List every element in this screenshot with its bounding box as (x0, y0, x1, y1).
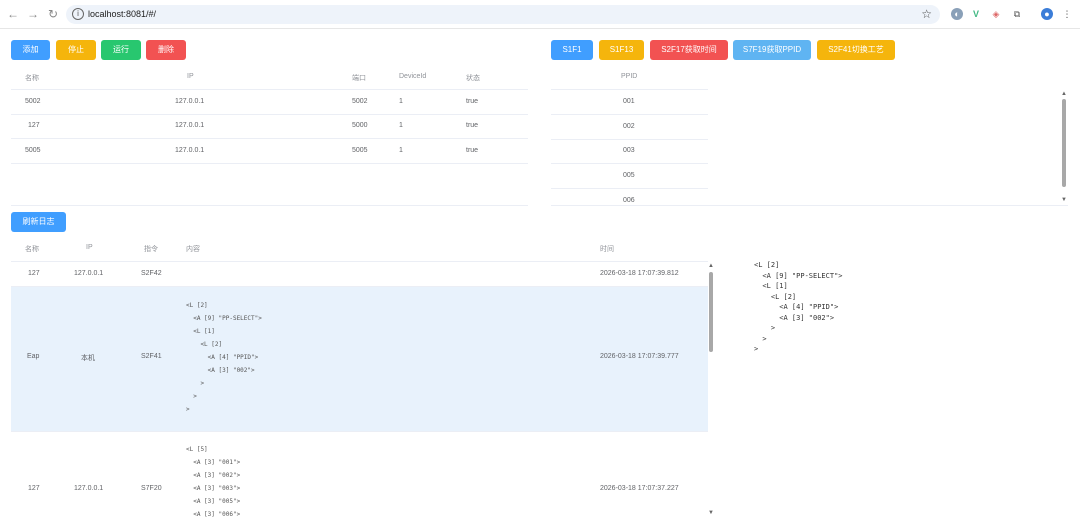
run-button[interactable]: 运行 (101, 40, 141, 60)
menu-more-icon[interactable]: ⋮ (1061, 8, 1073, 20)
divider (551, 188, 708, 189)
delete-button[interactable]: 删除 (146, 40, 186, 60)
log-scrollbar-thumb[interactable] (709, 272, 713, 352)
cell-status: true (466, 122, 479, 129)
divider (11, 163, 528, 164)
cell-name: 127 (28, 122, 40, 129)
scroll-down-icon[interactable]: ▼ (1061, 197, 1067, 203)
divider (11, 431, 708, 432)
ppid-item[interactable]: 003 (623, 147, 635, 154)
cell-deviceid: 1 (399, 122, 403, 129)
col-header-ppid: PPID (621, 73, 638, 80)
cell-ip: 127.0.0.1 (175, 147, 205, 154)
cell-name: 5005 (25, 147, 41, 154)
col-header-deviceid: DeviceId (399, 73, 427, 80)
cell-port: 5005 (352, 147, 368, 154)
bookmark-star-icon[interactable]: ☆ (921, 7, 932, 21)
col-header-port: 端口 (352, 75, 366, 82)
extension-icon[interactable]: ◈ (990, 8, 1002, 20)
scroll-down-icon[interactable]: ▼ (708, 510, 714, 516)
cell-ip: 127.0.0.1 (74, 270, 104, 277)
ppid-item[interactable]: 001 (623, 98, 635, 105)
cell-deviceid: 1 (399, 98, 403, 105)
refresh-log-button[interactable]: 刷新日志 (11, 212, 66, 232)
cell-time: 2026-03-18 17:07:37.227 (600, 485, 679, 492)
extensions-puzzle-icon[interactable]: ⧉ (1011, 8, 1023, 20)
stop-button[interactable]: 停止 (56, 40, 96, 60)
reload-icon[interactable]: ↻ (46, 7, 60, 21)
s2f41-button[interactable]: S2F41切换工艺 (817, 40, 895, 60)
address-bar[interactable]: i localhost:8081/#/ ☆ (66, 5, 940, 24)
cell-ip: 127.0.0.1 (175, 122, 205, 129)
cell-ip: 127.0.0.1 (175, 98, 205, 105)
cell-name: 127 (28, 270, 40, 277)
col-header-status: 状态 (466, 75, 480, 82)
cell-time: 2026-03-18 17:07:39.812 (600, 270, 679, 277)
cell-port: 5000 (352, 122, 368, 129)
site-info-icon[interactable]: i (72, 8, 84, 20)
col-header-name: 名称 (25, 75, 39, 82)
col-header-ip: IP (86, 244, 93, 251)
divider (11, 89, 528, 90)
cell-name: Eap (27, 353, 40, 360)
ppid-item[interactable]: 006 (623, 197, 635, 204)
scroll-up-icon[interactable]: ▲ (708, 263, 714, 269)
col-header-content: 内容 (186, 246, 200, 253)
divider (551, 114, 708, 115)
divider (551, 139, 708, 140)
scroll-up-icon[interactable]: ▲ (1061, 91, 1067, 97)
table-bottom-border (11, 205, 528, 206)
cell-name: 127 (28, 485, 40, 492)
col-header-name: 名称 (25, 246, 39, 253)
cell-content: <L [2] <A [9] "PP-SELECT"> <L [1] <L [2]… (186, 302, 262, 413)
divider (11, 114, 528, 115)
cell-status: true (466, 98, 479, 105)
cell-name: 5002 (25, 98, 41, 105)
cell-ip: 127.0.0.1 (74, 485, 104, 492)
ppid-scrollbar-thumb[interactable] (1062, 99, 1066, 187)
s1f13-button[interactable]: S1F13 (599, 40, 644, 60)
message-detail: <L [2] <A [9] "PP-SELECT"> <L [1] <L [2]… (754, 261, 843, 353)
cell-port: 5002 (352, 98, 368, 105)
divider (11, 261, 708, 262)
profile-avatar-icon[interactable]: ● (1041, 8, 1053, 20)
col-header-time: 时间 (600, 246, 614, 253)
cell-status: true (466, 147, 479, 154)
extension-icon[interactable]: ◐ (951, 8, 963, 20)
cell-cmd: S7F20 (141, 485, 162, 492)
divider (551, 163, 708, 164)
divider (551, 89, 708, 90)
col-header-cmd: 指令 (144, 246, 158, 253)
ppid-item[interactable]: 002 (623, 123, 635, 130)
cell-cmd: S2F42 (141, 270, 162, 277)
s7f19-button[interactable]: S7F19获取PPID (733, 40, 811, 60)
ppid-item[interactable]: 005 (623, 172, 635, 179)
s1f1-button[interactable]: S1F1 (551, 40, 593, 60)
divider (11, 138, 528, 139)
table-bottom-border (551, 205, 1068, 206)
cell-ip: 本机 (81, 355, 95, 362)
cell-time: 2026-03-18 17:07:39.777 (600, 353, 679, 360)
back-icon[interactable]: ← (6, 7, 20, 21)
log-row-selected[interactable]: Eap 本机 S2F41 <L [2] <A [9] "PP-SELECT"> … (11, 287, 708, 431)
forward-icon[interactable]: → (26, 7, 40, 21)
col-header-ip: IP (187, 73, 194, 80)
vue-devtools-icon[interactable]: V (970, 8, 982, 20)
cell-deviceid: 1 (399, 147, 403, 154)
browser-toolbar: ← → ↻ i localhost:8081/#/ ☆ ◐ V ◈ ⧉ ● ⋮ (0, 0, 1080, 29)
add-button[interactable]: 添加 (11, 40, 50, 60)
cell-cmd: S2F41 (141, 353, 162, 360)
url-text: localhost:8081/#/ (88, 9, 157, 19)
cell-content: <L [5] <A [3] "001"> <A [3] "002"> <A [3… (186, 446, 241, 518)
s2f17-button[interactable]: S2F17获取时间 (650, 40, 728, 60)
